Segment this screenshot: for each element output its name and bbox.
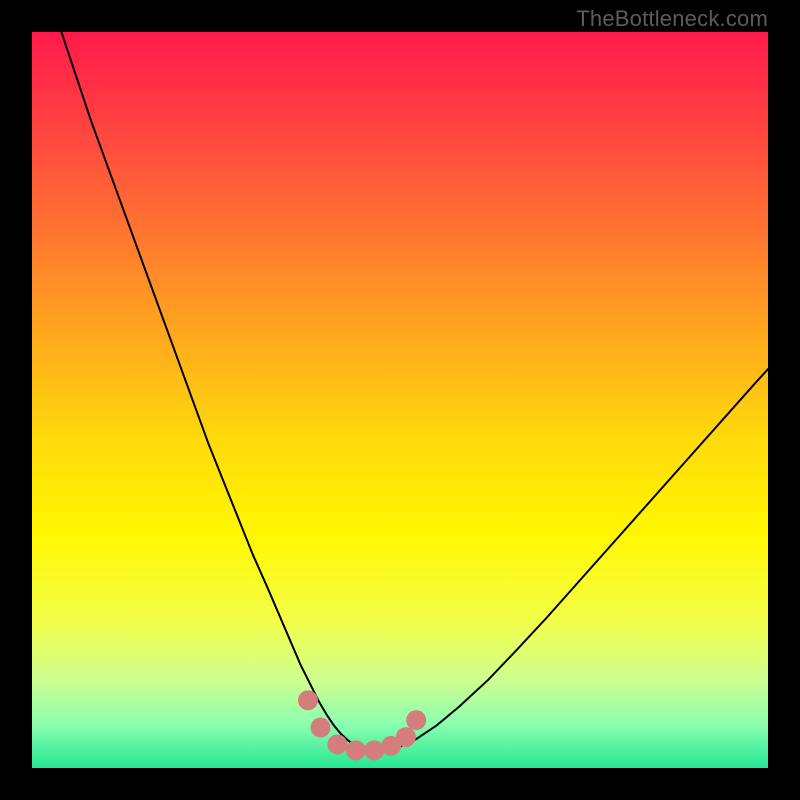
marker-point — [396, 727, 416, 747]
gradient-background — [32, 32, 768, 768]
marker-point — [364, 740, 384, 760]
marker-point — [311, 718, 331, 738]
marker-point — [346, 740, 366, 760]
marker-point — [406, 710, 426, 730]
marker-point — [298, 690, 318, 710]
plot-area — [32, 32, 768, 768]
marker-point — [327, 734, 347, 754]
chart-svg — [32, 32, 768, 768]
outer-frame: TheBottleneck.com — [0, 0, 800, 800]
watermark-text: TheBottleneck.com — [576, 6, 768, 32]
